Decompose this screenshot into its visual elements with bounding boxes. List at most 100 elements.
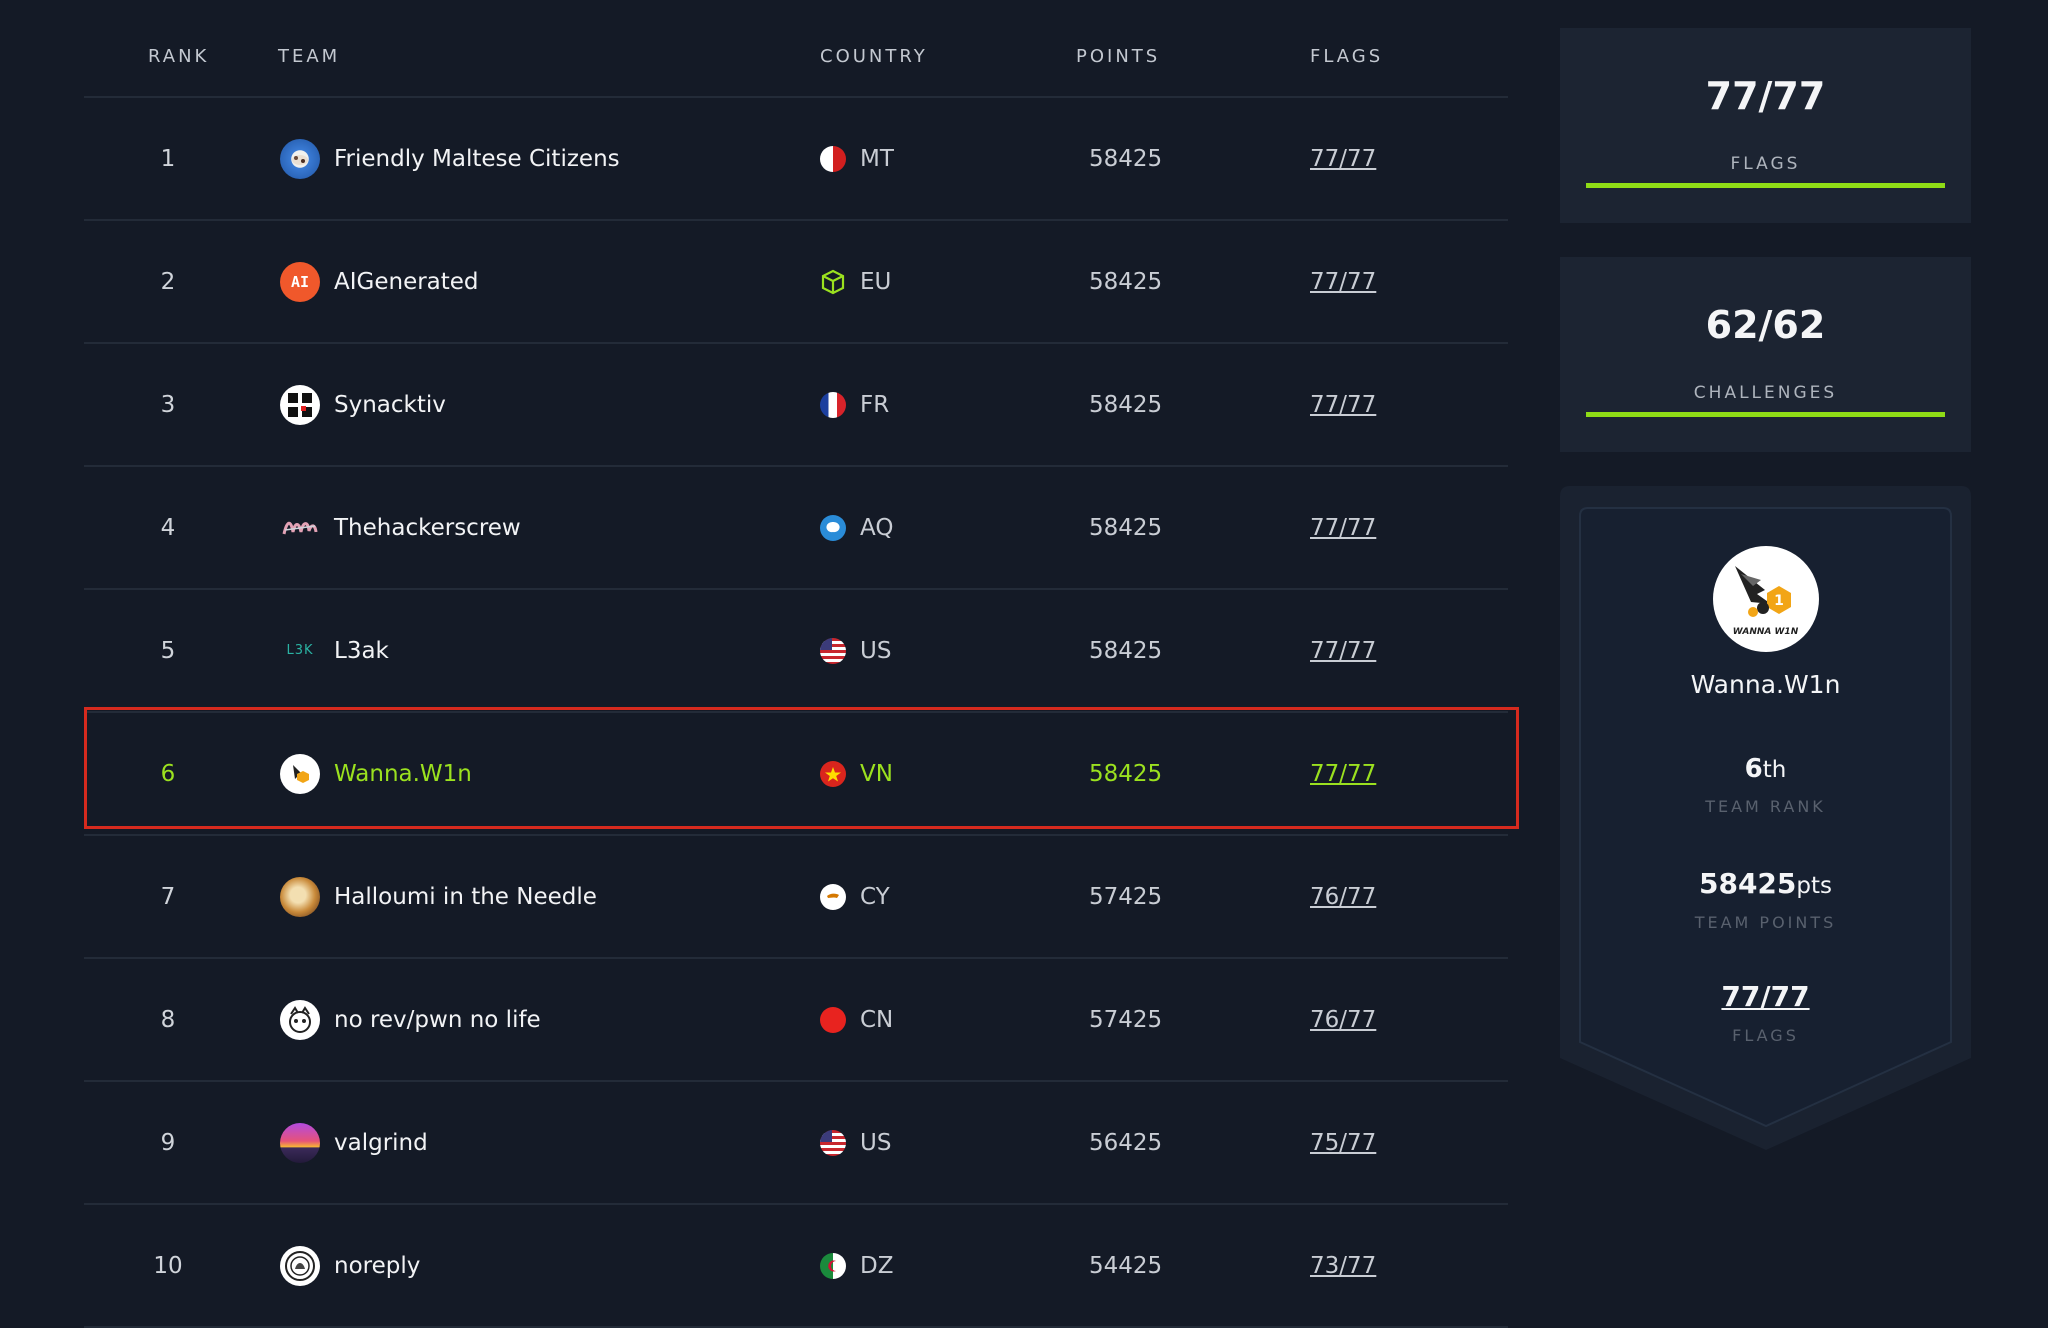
rank-cell: 2	[160, 268, 176, 295]
flags-link[interactable]: 73/77	[1310, 1205, 1376, 1326]
rank-cell: 1	[160, 145, 176, 172]
challenges-summary-label: CHALLENGES	[1693, 383, 1838, 403]
rank-cell: 4	[160, 514, 176, 541]
team-name[interactable]: noreply	[334, 1253, 420, 1279]
table-row[interactable]: 5 L3K L3ak US 58425 77/77	[84, 590, 1508, 713]
table-row[interactable]: 1 Friendly Maltese Citizens MT 58425 77/…	[84, 98, 1508, 221]
cyprus-flag-icon	[820, 883, 846, 910]
header-flags[interactable]: FLAGS	[1310, 46, 1383, 67]
profile-flags-link[interactable]: 77/77	[1721, 980, 1809, 1013]
malta-flag-icon	[820, 145, 846, 172]
flags-link[interactable]: 77/77	[1310, 344, 1376, 465]
header-country[interactable]: COUNTRY	[820, 46, 928, 67]
wanna-win-logo-icon: 1 WANNA W1N	[1712, 546, 1819, 652]
halloumi-avatar-icon	[280, 876, 320, 917]
flags-link[interactable]: 76/77	[1310, 959, 1376, 1080]
profile-avatar: 1 WANNA W1N	[1560, 546, 1971, 652]
country-cell: US	[820, 1082, 891, 1203]
team-name[interactable]: Thehackerscrew	[334, 515, 521, 541]
usa-flag-icon	[820, 1129, 846, 1156]
challenges-summary-card: 62/62 CHALLENGES	[1560, 257, 1971, 452]
country-code: EU	[860, 268, 892, 295]
flags-link[interactable]: 77/77	[1310, 467, 1376, 588]
team-name[interactable]: AIGenerated	[334, 269, 479, 295]
table-row[interactable]: 9 valgrind US 56425 75/77	[84, 1082, 1508, 1205]
team-name[interactable]: L3ak	[334, 638, 389, 664]
team-cell[interactable]: noreply	[280, 1205, 420, 1326]
header-rank[interactable]: RANK	[148, 46, 209, 67]
header-team[interactable]: TEAM	[278, 46, 340, 67]
team-name[interactable]: Synacktiv	[334, 392, 446, 418]
team-name[interactable]: no rev/pwn no life	[334, 1007, 541, 1033]
points-cell: 58425	[1089, 637, 1163, 664]
rank-cell: 9	[160, 1129, 176, 1156]
challenges-progress-bar	[1586, 412, 1945, 417]
points-value: 58425	[1698, 867, 1797, 900]
country-code: AQ	[860, 514, 894, 541]
team-cell[interactable]: Friendly Maltese Citizens	[280, 98, 620, 219]
country-cell: EU	[820, 221, 891, 342]
rank-label: TEAM RANK	[1705, 797, 1826, 816]
rank-suffix: th	[1762, 757, 1787, 783]
country-code: DZ	[860, 1252, 894, 1279]
country-code: FR	[860, 391, 890, 418]
team-cell[interactable]: no rev/pwn no life	[280, 959, 541, 1080]
flags-summary-value: 77/77	[1705, 74, 1826, 118]
flags-link[interactable]: 77/77	[1310, 590, 1376, 711]
team-name[interactable]: valgrind	[334, 1130, 428, 1156]
team-cell[interactable]: Halloumi in the Needle	[280, 836, 597, 957]
emblem-avatar-icon	[280, 1245, 320, 1286]
table-row[interactable]: 3 Synacktiv FR 58425 77/77	[84, 344, 1508, 467]
table-row[interactable]: 10 noreply DZ 54425 73/77	[84, 1205, 1508, 1328]
flags-progress-fill	[1586, 183, 1945, 188]
country-cell: US	[820, 590, 891, 711]
rank-cell: 3	[160, 391, 176, 418]
country-code: CN	[860, 1006, 894, 1033]
table-header: RANK TEAM COUNTRY POINTS FLAGS	[84, 0, 1508, 98]
table-row[interactable]: 4 Thehackerscrew AQ 58425 77/77	[84, 467, 1508, 590]
team-name[interactable]: Friendly Maltese Citizens	[334, 146, 620, 172]
team-cell[interactable]: Thehackerscrew	[280, 467, 521, 588]
country-cell: AQ	[820, 467, 893, 588]
team-cell[interactable]: L3K L3ak	[280, 590, 389, 711]
country-cell: DZ	[820, 1205, 893, 1326]
team-cell[interactable]: AI AIGenerated	[280, 221, 479, 342]
flags-link[interactable]: 75/77	[1310, 1082, 1376, 1203]
challenges-summary-value: 62/62	[1705, 303, 1826, 347]
header-points[interactable]: POINTS	[1076, 46, 1160, 67]
usa-flag-icon	[820, 637, 846, 664]
flower-avatar-icon	[280, 138, 320, 179]
challenges-progress-fill	[1586, 412, 1945, 417]
china-flag-icon	[820, 1006, 846, 1033]
team-name[interactable]: Halloumi in the Needle	[334, 884, 597, 910]
country-code: US	[860, 1129, 892, 1156]
flags-summary-label: FLAGS	[1730, 154, 1801, 174]
rank-cell: 5	[160, 637, 176, 664]
flags-progress-bar	[1586, 183, 1945, 188]
table-row[interactable]: 7 Halloumi in the Needle CY 57425 76/77	[84, 836, 1508, 959]
algeria-flag-icon	[820, 1252, 846, 1279]
table-row[interactable]: 2 AI AIGenerated EU 58425 77/77	[84, 221, 1508, 344]
points-cell: 58425	[1089, 514, 1163, 541]
table-row[interactable]: 8 no rev/pwn no life CN 57425 76/77	[84, 959, 1508, 1082]
team-cell[interactable]: Synacktiv	[280, 344, 446, 465]
ai-avatar-icon: AI	[280, 261, 320, 302]
flags-link[interactable]: 77/77	[1310, 98, 1376, 219]
points-cell: 54425	[1089, 1252, 1163, 1279]
country-cell: MT	[820, 98, 894, 219]
country-code: CY	[860, 883, 890, 910]
synacktiv-logo-icon	[280, 384, 320, 425]
points-cell: 57425	[1089, 1006, 1163, 1033]
profile-team-name: Wanna.W1n	[1690, 670, 1841, 699]
team-cell[interactable]: valgrind	[280, 1082, 428, 1203]
profile-flags: 77/77	[1560, 980, 1971, 1013]
svg-text:1: 1	[1774, 593, 1784, 609]
l3ak-logo-icon: L3K	[286, 643, 314, 658]
flags-link[interactable]: 76/77	[1310, 836, 1376, 957]
logo-wordmark: WANNA W1N	[1732, 627, 1799, 637]
points-cell: 58425	[1089, 145, 1163, 172]
rank-cell: 8	[160, 1006, 176, 1033]
flags-link[interactable]: 77/77	[1310, 221, 1376, 342]
country-code: US	[860, 637, 892, 664]
scoreboard-table: RANK TEAM COUNTRY POINTS FLAGS 1 Friendl…	[84, 0, 1508, 1328]
